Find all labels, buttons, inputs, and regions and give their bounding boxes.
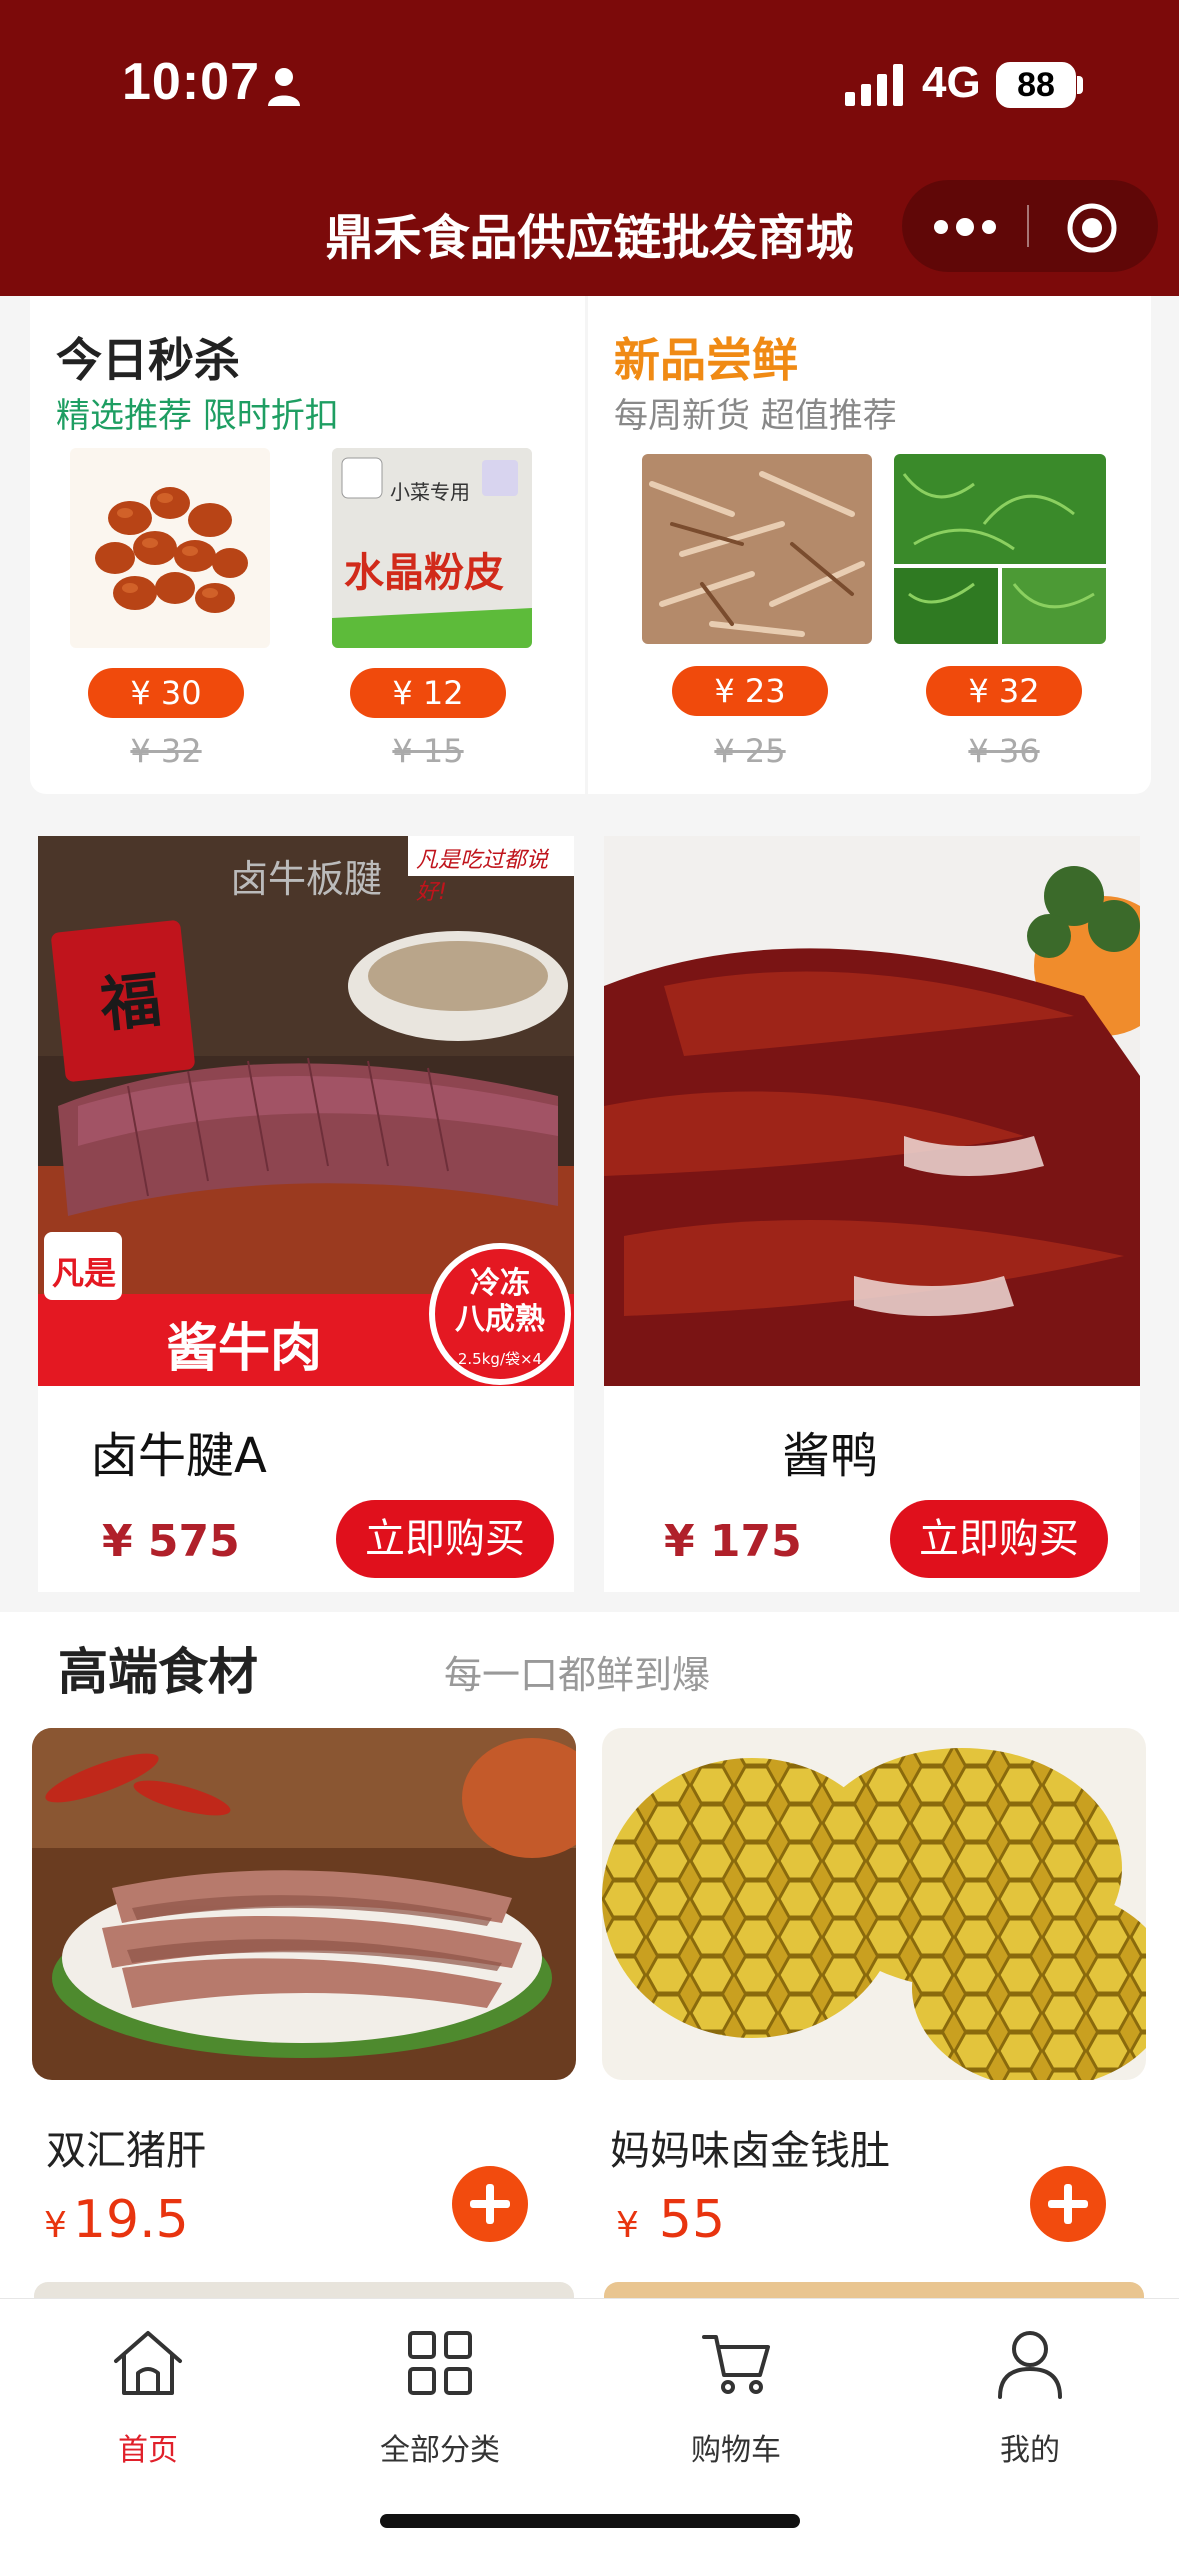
cart-icon — [702, 2335, 770, 2394]
currency-symbol: ¥ — [616, 2205, 639, 2246]
more-icon[interactable] — [930, 212, 1000, 242]
image-slogan: 凡是吃过都说好! — [416, 848, 549, 905]
grid-icon — [408, 2331, 472, 2395]
peanuts-illustration — [70, 448, 270, 648]
marinated-strips-image[interactable] — [642, 454, 872, 644]
price-value: 55 — [658, 2190, 726, 2250]
sauce-duck-image[interactable] — [604, 836, 1140, 1386]
flash-item-1-old-price: ¥ 32 — [130, 732, 202, 770]
add-to-cart-button[interactable] — [452, 2166, 528, 2242]
new-arrivals-title: 新品尝鲜 — [614, 333, 798, 387]
tab-label: 全部分类 — [380, 2433, 500, 2468]
image-banner: 酱牛肉 — [166, 1319, 323, 1379]
featured-product-card[interactable]: 酱鸭 ¥ 175 立即购买 — [604, 836, 1140, 1592]
battery-nub — [1077, 76, 1083, 94]
pork-liver-illustration — [32, 1728, 576, 2080]
flash-sale-title: 今日秒杀 — [56, 333, 240, 387]
tab-profile[interactable]: 我的 — [930, 2323, 1130, 2473]
premium-title: 高端食材 — [58, 1643, 258, 1701]
capsule-divider — [1027, 205, 1029, 247]
package-brand-text: 小菜专用 — [390, 480, 470, 504]
product-name: 卤牛腱A — [90, 1428, 267, 1484]
product-price: ¥ 575 — [102, 1516, 240, 1567]
marinated-strips-illustration — [642, 454, 872, 644]
tab-categories[interactable]: 全部分类 — [340, 2323, 540, 2473]
new-arrivals-subtitle: 每周新货 超值推荐 — [614, 396, 897, 436]
featured-product-card[interactable]: 卤牛板腱 福 凡是吃过都说好! 凡是 酱牛肉 冷冻 八成熟 2.5kg/袋×4 … — [38, 836, 574, 1592]
buy-now-button[interactable]: 立即购买 — [890, 1500, 1108, 1578]
peanuts-image[interactable] — [70, 448, 270, 648]
product-price: ¥19.5 — [44, 2190, 189, 2250]
battery-icon: 88 — [996, 62, 1076, 108]
package-product-text: 水晶粉皮 — [344, 550, 504, 596]
product-name: 双汇猪肝 — [46, 2128, 206, 2174]
tab-label: 首页 — [118, 2433, 178, 2468]
network-label: 4G — [922, 58, 981, 107]
image-logo: 凡是 — [52, 1254, 117, 1292]
tab-home[interactable]: 首页 — [48, 2323, 248, 2473]
vermicelli-sheet-image[interactable]: 小菜专用 水晶粉皮 — [332, 448, 532, 648]
tab-label: 我的 — [1000, 2433, 1060, 2468]
signal-icon — [845, 64, 903, 106]
greens-illustration — [894, 454, 1106, 644]
tripe-image[interactable] — [602, 1728, 1146, 2080]
flash-sale-subtitle: 精选推荐 限时折扣 — [56, 396, 339, 436]
flash-item-2-price: ¥ 12 — [350, 668, 506, 718]
new-item-2-price: ¥ 32 — [926, 666, 1082, 716]
price-value: 19.5 — [72, 2190, 189, 2250]
person-icon — [268, 68, 300, 106]
add-to-cart-button[interactable] — [1030, 2166, 1106, 2242]
flash-item-1-price: ¥ 30 — [88, 668, 244, 718]
product-price: ¥ 175 — [664, 1516, 802, 1567]
app-header: 10:07 4G 88 鼎禾食品供应链批发商城 — [0, 0, 1179, 296]
close-miniprogram-icon[interactable] — [1064, 200, 1120, 256]
new-arrivals-card[interactable]: 新品尝鲜 每周新货 超值推荐 ¥ 23 ¥ 25 ¥ 32 ¥ 36 — [588, 296, 1151, 794]
product-price: ¥55 — [616, 2190, 725, 2250]
greens-image[interactable] — [894, 454, 1106, 644]
buy-now-button[interactable]: 立即购买 — [336, 1500, 554, 1578]
new-item-1-old-price: ¥ 25 — [714, 732, 786, 770]
premium-subtitle: 每一口都鲜到爆 — [444, 1653, 711, 1697]
image-badge: 冷冻 八成熟 — [455, 1266, 545, 1337]
status-time: 10:07 — [122, 53, 260, 111]
new-item-1-price: ¥ 23 — [672, 666, 828, 716]
tab-cart[interactable]: 购物车 — [636, 2323, 836, 2473]
flash-sale-card[interactable]: 今日秒杀 精选推荐 限时折扣 ¥ 30 ¥ 32 小菜专用 水晶粉皮 ¥ 12 … — [30, 296, 585, 794]
honeycomb-tripe-illustration — [602, 1728, 1146, 2080]
tab-label: 购物车 — [691, 2433, 781, 2468]
new-item-2-old-price: ¥ 36 — [968, 732, 1040, 770]
image-badge-small: 2.5kg/袋×4 — [457, 1350, 543, 1368]
fu-character: 福 — [97, 965, 165, 1041]
product-name: 酱鸭 — [782, 1428, 879, 1484]
flash-item-2-old-price: ¥ 15 — [392, 732, 464, 770]
currency-symbol: ¥ — [44, 2205, 67, 2246]
user-icon — [998, 2331, 1062, 2399]
premium-section: 高端食材 每一口都鲜到爆 双汇猪肝 ¥19.5 妈妈味卤金钱肚 ¥ 55 — [0, 1612, 1179, 2300]
sauce-duck-illustration — [604, 836, 1140, 1386]
home-indicator — [380, 2514, 800, 2528]
home-icon — [114, 2331, 182, 2395]
braised-beef-image[interactable]: 卤牛板腱 福 凡是吃过都说好! 凡是 酱牛肉 冷冻 八成熟 2.5kg/袋×4 — [38, 836, 574, 1386]
product-name: 妈妈味卤金钱肚 — [610, 2128, 890, 2174]
pork-liver-image[interactable] — [32, 1728, 576, 2080]
